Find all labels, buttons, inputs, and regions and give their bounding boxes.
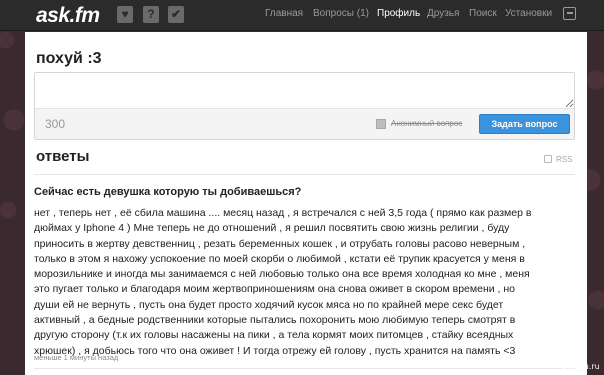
divider xyxy=(34,174,575,175)
answer-body: нет , теперь нет , её сбила машина .... … xyxy=(34,206,579,359)
answers-title: ответы xyxy=(36,148,90,165)
answer-line: души ей не вернуть , пусть она будет про… xyxy=(34,298,504,311)
profile-name: похуй :3 xyxy=(36,50,102,67)
answer-line: морозильнике и иногда мы занимаемся с не… xyxy=(34,268,530,281)
ask-fm-logo[interactable]: ask.fm xyxy=(36,4,100,28)
ask-question-form: 300 Анонимный вопрос Задать вопрос xyxy=(34,72,575,140)
nav-profile[interactable]: Профиль xyxy=(377,8,420,19)
profile-panel: похуй :3 300 Анонимный вопрос Задать воп… xyxy=(25,32,587,375)
nav-friends[interactable]: Друзья xyxy=(427,8,459,19)
answer-line: активный , а бедные родственники которые… xyxy=(34,314,516,327)
rss-link[interactable]: RSS xyxy=(556,155,572,164)
nav-home[interactable]: Главная xyxy=(265,8,303,19)
nav-search[interactable]: Поиск xyxy=(469,8,497,19)
anonymous-label[interactable]: Анонимный вопрос xyxy=(391,119,462,128)
question-input[interactable] xyxy=(35,73,574,109)
check-icon[interactable]: ✔ xyxy=(168,6,184,23)
watermark: pikabu.ru xyxy=(562,362,600,371)
logout-icon[interactable] xyxy=(563,7,576,20)
answer-line: другую сторону (т.к их головы насажены н… xyxy=(34,329,514,342)
answer-line: нет , теперь нет , её сбила машина .... … xyxy=(34,207,532,219)
answer-line: приносить в жертву девственниц , резать … xyxy=(34,237,526,250)
nav-settings[interactable]: Установки xyxy=(505,8,552,19)
question-form-footer: 300 Анонимный вопрос Задать вопрос xyxy=(35,109,574,139)
answer-line: это пугает только и благодаря моим жертв… xyxy=(34,283,516,296)
answer-timestamp[interactable]: меньше 1 минуты назад xyxy=(34,353,118,362)
question-icon[interactable]: ? xyxy=(143,6,159,23)
rss-icon[interactable] xyxy=(544,155,552,163)
nav-questions[interactable]: Вопросы (1) xyxy=(313,8,369,19)
answer-line: дюймах у Iphone 4 ) Мне теперь не до отн… xyxy=(34,222,510,235)
anonymous-checkbox[interactable] xyxy=(376,119,386,129)
ask-question-button[interactable]: Задать вопрос xyxy=(479,114,570,134)
char-counter: 300 xyxy=(45,117,66,131)
top-navbar: ask.fm ♥ ? ✔ Главная Вопросы (1) Профиль… xyxy=(0,0,604,31)
answer-line: только в этом я нахожу успокоение по мое… xyxy=(34,252,525,265)
divider xyxy=(34,368,575,369)
heart-icon[interactable]: ♥ xyxy=(117,6,133,23)
answer-question[interactable]: Сейчас есть девушка которую ты добиваешь… xyxy=(34,186,301,198)
